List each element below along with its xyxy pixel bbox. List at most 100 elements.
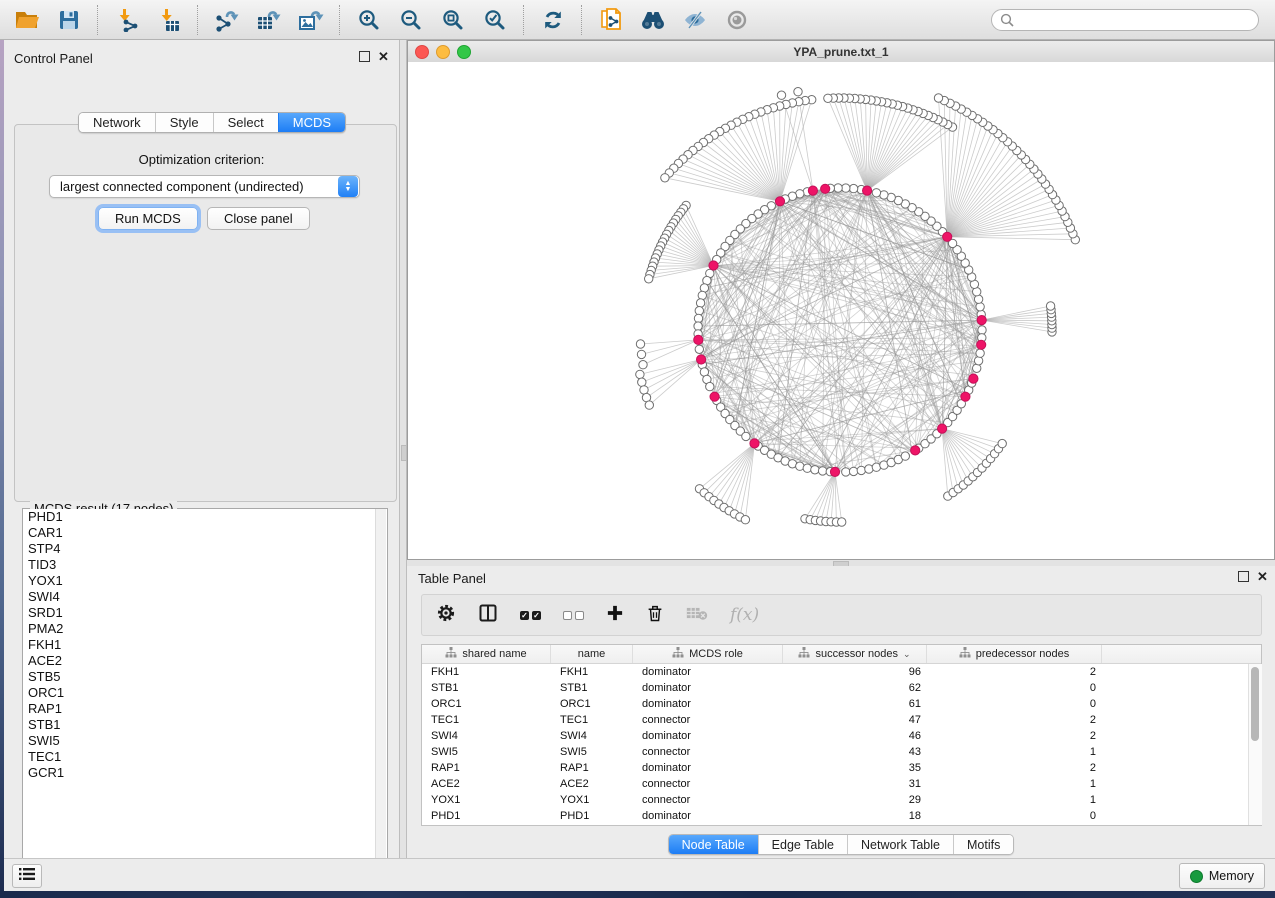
table-row[interactable]: SWI4SWI4dominator462 [422,728,1261,744]
column-header[interactable]: name [551,645,633,663]
table-scrollbar[interactable] [1248,664,1262,825]
function-builder-icon: f(x) [730,605,759,625]
tab-network[interactable]: Network [79,113,155,132]
column-header[interactable]: shared name [422,645,551,663]
column-header[interactable]: predecessor nodes [927,645,1102,663]
table-row[interactable]: FKH1FKH1dominator962 [422,664,1261,680]
mcds-list-scrollbar[interactable] [375,509,386,877]
table-cell: 43 [783,744,927,760]
tab-edge-table[interactable]: Edge Table [758,835,847,854]
zoom-fit-button[interactable] [432,3,474,37]
tab-mcds[interactable]: MCDS [278,113,345,132]
mcds-result-item[interactable]: FKH1 [23,637,375,653]
mcds-result-item[interactable]: STB5 [23,669,375,685]
control-panel-tabs: Network Style Select MCDS [78,112,346,133]
table-row[interactable]: PHD1PHD1dominator180 [422,808,1261,824]
show-columns-icon[interactable] [478,603,498,628]
table-cell: ACE2 [422,776,551,792]
table-cell: STB1 [422,680,551,696]
tab-node-table[interactable]: Node Table [669,835,758,854]
table-row[interactable]: ORC1ORC1dominator610 [422,696,1261,712]
run-mcds-button[interactable]: Run MCDS [98,207,198,230]
mcds-result-item[interactable]: CAR1 [23,525,375,541]
zoom-in-button[interactable] [348,3,390,37]
search-input[interactable] [991,9,1259,31]
table-row[interactable]: TEC1TEC1connector472 [422,712,1261,728]
close-panel-icon[interactable]: ✕ [1257,572,1268,581]
create-column-plus-icon[interactable] [606,604,624,627]
select-all-columns-icon[interactable]: ✓✓ [520,611,541,620]
mcds-result-item[interactable]: SRD1 [23,605,375,621]
delete-column-trash-icon[interactable] [646,603,664,628]
mcds-result-item[interactable]: STP4 [23,541,375,557]
table-cell: FKH1 [422,664,551,680]
mcds-result-item[interactable]: SWI4 [23,589,375,605]
column-header[interactable]: MCDS role [633,645,783,663]
table-row[interactable]: STB1STB1dominator620 [422,680,1261,696]
table-scrollbar-thumb[interactable] [1251,667,1259,741]
unselect-all-columns-icon[interactable] [563,611,584,620]
network-file-icon [599,7,623,33]
export-image-button[interactable] [290,3,332,37]
table-row[interactable]: ACE2ACE2connector311 [422,776,1261,792]
table-cell: 2 [927,712,1102,728]
show-graphics-details-button[interactable] [716,3,758,37]
table-cell: dominator [633,696,783,712]
mcds-result-item[interactable]: STB1 [23,717,375,733]
table-cell: 31 [783,776,927,792]
export-network-button[interactable] [206,3,248,37]
table-cell: 2 [927,728,1102,744]
table-cell: dominator [633,728,783,744]
criterion-select[interactable]: largest connected component (undirected)… [49,175,360,198]
mcds-result-item[interactable]: ORC1 [23,685,375,701]
column-header[interactable]: successor nodes⌄ [783,645,927,663]
close-panel-button[interactable]: Close panel [207,207,310,230]
task-history-button[interactable] [12,864,42,888]
float-panel-icon[interactable] [1238,571,1249,582]
mcds-result-item[interactable]: GCR1 [23,765,375,781]
network-window-titlebar[interactable]: YPA_prune.txt_1 [408,41,1274,63]
shared-column-icon [445,647,457,661]
tab-style[interactable]: Style [155,113,213,132]
mcds-result-item[interactable]: TEC1 [23,749,375,765]
vertical-splitter[interactable] [399,40,407,858]
open-file-button[interactable] [6,3,48,37]
mcds-result-item[interactable]: ACE2 [23,653,375,669]
memory-button[interactable]: Memory [1179,863,1265,889]
zoom-selected-button[interactable] [474,3,516,37]
table-cell: SWI4 [551,728,633,744]
close-panel-icon[interactable]: ✕ [378,52,389,61]
mcds-result-item[interactable]: SWI5 [23,733,375,749]
table-panel: Table Panel ✕ ✓✓ f(x) shared namenameMCD… [407,566,1275,858]
mcds-result-item[interactable]: PHD1 [23,509,375,525]
table-cell: ORC1 [422,696,551,712]
save-session-button[interactable] [48,3,90,37]
refresh-button[interactable] [532,3,574,37]
table-row[interactable]: RAP1RAP1dominator352 [422,760,1261,776]
import-table-button[interactable] [148,3,190,37]
zoom-out-button[interactable] [390,3,432,37]
mcds-result-item[interactable]: YOX1 [23,573,375,589]
mcds-result-item[interactable]: RAP1 [23,701,375,717]
hide-graphics-details-button[interactable] [674,3,716,37]
table-settings-gear-icon[interactable] [436,603,456,628]
eye-icon [724,8,750,32]
export-table-button[interactable] [248,3,290,37]
mcds-result-item[interactable]: PMA2 [23,621,375,637]
tab-select[interactable]: Select [213,113,278,132]
table-cell: SWI5 [422,744,551,760]
table-row[interactable]: YOX1YOX1connector291 [422,792,1261,808]
tab-network-table[interactable]: Network Table [847,835,953,854]
mcds-result-item[interactable]: TID3 [23,557,375,573]
import-network-button[interactable] [106,3,148,37]
column-label: predecessor nodes [976,648,1070,660]
tab-motifs[interactable]: Motifs [953,835,1013,854]
open-folder-icon [14,8,40,32]
network-canvas[interactable] [408,62,1274,559]
float-panel-icon[interactable] [359,51,370,62]
table-row[interactable]: SWI5SWI5connector431 [422,744,1261,760]
optimization-criterion-label: Optimization criterion: [4,152,399,167]
new-network-from-file-button[interactable] [590,3,632,37]
search-network-button[interactable] [632,3,674,37]
table-cell: STB1 [551,680,633,696]
